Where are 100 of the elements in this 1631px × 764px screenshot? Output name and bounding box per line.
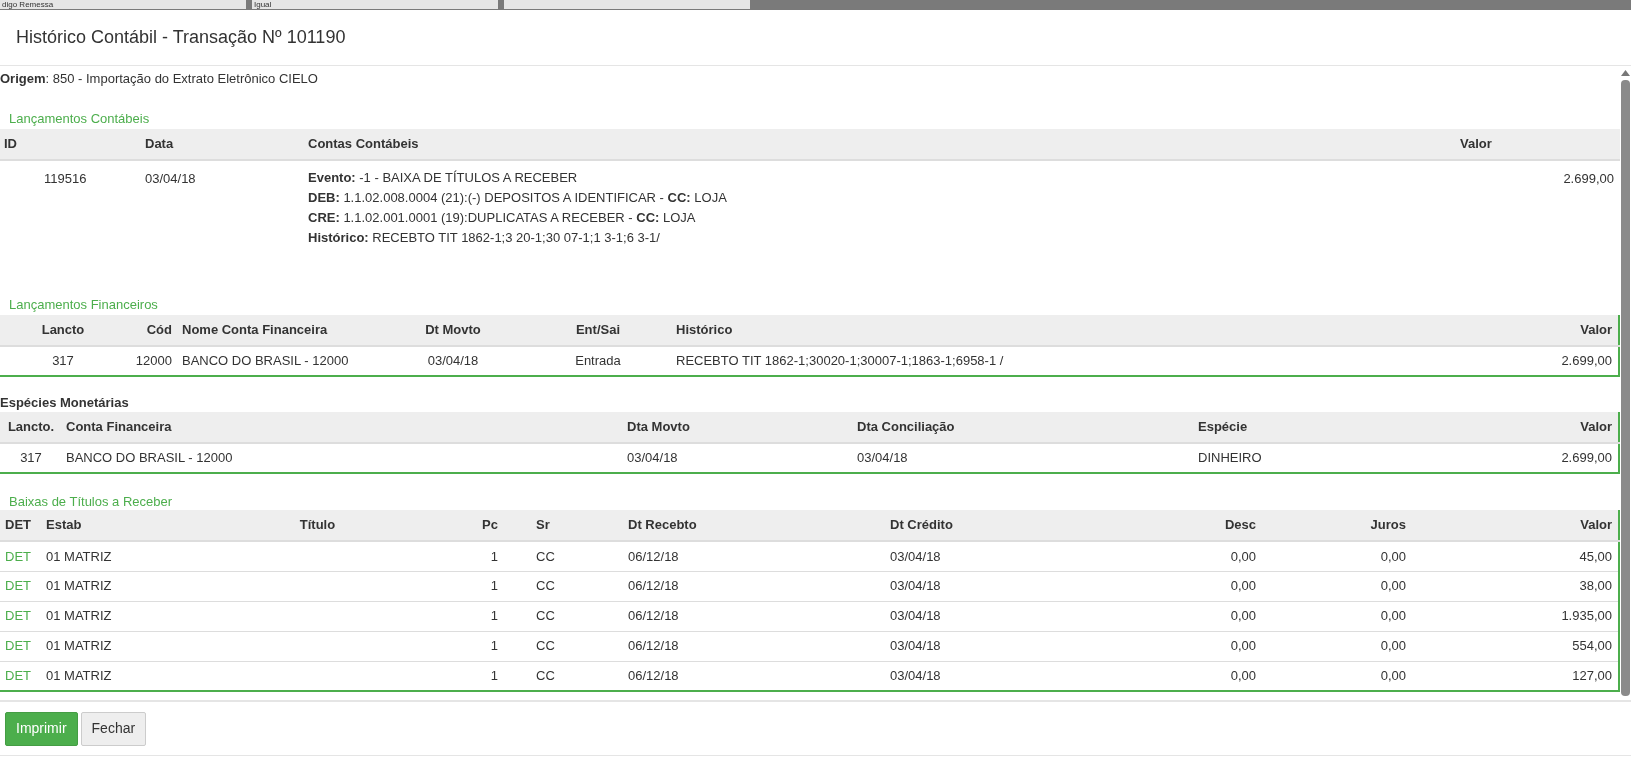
table-cell: CC	[531, 601, 626, 631]
table-cell: 1	[405, 571, 531, 601]
table-cell: 0,00	[1260, 631, 1410, 661]
column-header: Conta Financeira	[62, 412, 625, 443]
detail-link[interactable]: DET	[5, 578, 31, 594]
table-cell: RECEBTO TIT 1862-1;30020-1;30007-1;1863-1;6958-1 /	[670, 346, 1479, 376]
dropdown-field[interactable]: digo Remessa	[0, 0, 246, 9]
column-header: Desc	[1188, 510, 1260, 541]
table-cell: 06/12/18	[626, 661, 888, 691]
table-cell: 06/12/18	[626, 631, 888, 661]
table-cell: 01 MATRIZ	[42, 631, 230, 661]
column-header: Sr	[531, 510, 626, 541]
column-header: Cód	[126, 315, 174, 346]
table-cell: 2.699,00	[1479, 443, 1619, 473]
table-cell: CC	[531, 541, 626, 571]
table-cell: 0,00	[1260, 571, 1410, 601]
scrollbar-thumb[interactable]	[1621, 80, 1630, 696]
column-header: Pc	[405, 510, 531, 541]
dialog-title: Histórico Contábil - Transação Nº 101190	[16, 26, 346, 49]
account-line: CRE: 1.1.02.001.0001 (19):DUPLICATAS A RECEBER - CC: LOJA	[308, 209, 697, 227]
table-cell: 1.935,00	[1410, 601, 1619, 631]
column-header: Título	[230, 510, 405, 541]
dropdown-field[interactable]: Igual	[252, 0, 498, 9]
table-cell: 01 MATRIZ	[42, 661, 230, 691]
table-cell: 03/04/18	[888, 541, 1188, 571]
table-cell: 03/04/18	[888, 571, 1188, 601]
detail-link[interactable]: DET	[5, 668, 31, 683]
column-header: Juros	[1260, 510, 1410, 541]
table-cell: 317	[0, 346, 126, 376]
column-header: Lancto.	[0, 412, 62, 443]
account-line: Histórico: RECEBTO TIT 1862-1;3 20-1;30 07-1;1 3-1;6 3-1/	[308, 229, 661, 247]
column-header: Nome Conta Financeira	[174, 315, 400, 346]
table-cell: 2.699,00	[1455, 160, 1620, 268]
column-header: Ent/Sai	[506, 315, 670, 346]
table-cell: 2.699,00	[1479, 346, 1619, 376]
table-cell: 0,00	[1188, 661, 1260, 691]
table-cell: CC	[531, 571, 626, 601]
column-header: DET	[0, 510, 42, 541]
table-cell: 119516	[0, 160, 140, 268]
column-header: Valor	[1455, 129, 1620, 160]
column-header: Data	[140, 129, 303, 160]
detail-link[interactable]: DET	[5, 548, 31, 564]
table-cell: 0,00	[1188, 541, 1260, 571]
origin-text: Origem: 850 - Importação do Extrato Eletrônico CIELO	[0, 70, 319, 87]
table-cell: 1	[405, 601, 531, 631]
table-cell: 1	[405, 661, 531, 691]
table-cell: 0,00	[1188, 631, 1260, 661]
table-cell: 0,00	[1188, 571, 1260, 601]
account-line: DEB: 1.1.02.008.0004 (21):(-) DEPOSITOS A IDENTIFICAR - CC: LOJA	[308, 189, 728, 207]
column-header: Dta Movto	[625, 412, 855, 443]
table-cell: DINHEIRO	[1196, 443, 1479, 473]
column-header: Valor	[1479, 412, 1619, 443]
table-cell: 06/12/18	[626, 601, 888, 631]
table-cell: 0,00	[1260, 601, 1410, 631]
column-header: Dt Recebto	[626, 510, 888, 541]
detail-link[interactable]: DET	[5, 638, 31, 654]
table-cell: 317	[0, 443, 62, 473]
table-cell: 06/12/18	[626, 571, 888, 601]
table-cell: Entrada	[506, 346, 670, 376]
column-header: Espécie	[1196, 412, 1479, 443]
scroll-up-icon[interactable]	[1621, 70, 1630, 76]
table-cell: 12000	[126, 346, 174, 376]
close-button[interactable]: Fechar	[80, 711, 147, 746]
table-cell: 01 MATRIZ	[42, 601, 230, 631]
column-header: Dt Movto	[400, 315, 506, 346]
table-cell: 03/04/18	[888, 631, 1188, 661]
column-header: Estab	[42, 510, 230, 541]
column-header: Valor	[1410, 510, 1619, 541]
table-cell: 0,00	[1188, 601, 1260, 631]
print-button[interactable]: Imprimir	[5, 711, 78, 746]
detail-link[interactable]: DET	[5, 608, 31, 624]
column-header: Histórico	[670, 315, 1479, 346]
table-cell: 03/04/18	[400, 346, 506, 376]
table-cell: BANCO DO BRASIL - 12000	[62, 443, 625, 473]
table-cell: 03/04/18	[855, 443, 1196, 473]
table-cell: 06/12/18	[626, 541, 888, 571]
table-cell: 38,00	[1410, 571, 1619, 601]
column-header: Valor	[1479, 315, 1619, 346]
account-line: Evento: -1 - BAIXA DE TÍTULOS A RECEBER	[308, 169, 579, 187]
column-header: ID	[0, 129, 140, 160]
table-cell: 0,00	[1260, 661, 1410, 691]
table-cell: 1	[405, 631, 531, 661]
section-title: Baixas de Títulos a Receber	[9, 493, 174, 506]
column-header: Dta Conciliação	[855, 412, 1196, 443]
table-cell: 03/04/18	[888, 661, 1188, 691]
column-header: Dt Crédito	[888, 510, 1188, 541]
table-cell: 1	[405, 541, 531, 571]
table-cell: CC	[531, 661, 626, 691]
table-cell: CC	[531, 631, 626, 661]
table-cell: 03/04/18	[140, 160, 303, 268]
table-cell: 127,00	[1410, 661, 1619, 691]
table-cell: 01 MATRIZ	[42, 571, 230, 601]
table-cell: 03/04/18	[625, 443, 855, 473]
table-cell: 01 MATRIZ	[42, 541, 230, 571]
search-field[interactable]	[504, 0, 750, 9]
table-cell: BANCO DO BRASIL - 12000	[174, 346, 400, 376]
table-cell: 45,00	[1410, 541, 1619, 571]
table-cell: 03/04/18	[888, 601, 1188, 631]
column-header: Contas Contábeis	[303, 129, 1455, 160]
table-cell: 0,00	[1260, 541, 1410, 571]
